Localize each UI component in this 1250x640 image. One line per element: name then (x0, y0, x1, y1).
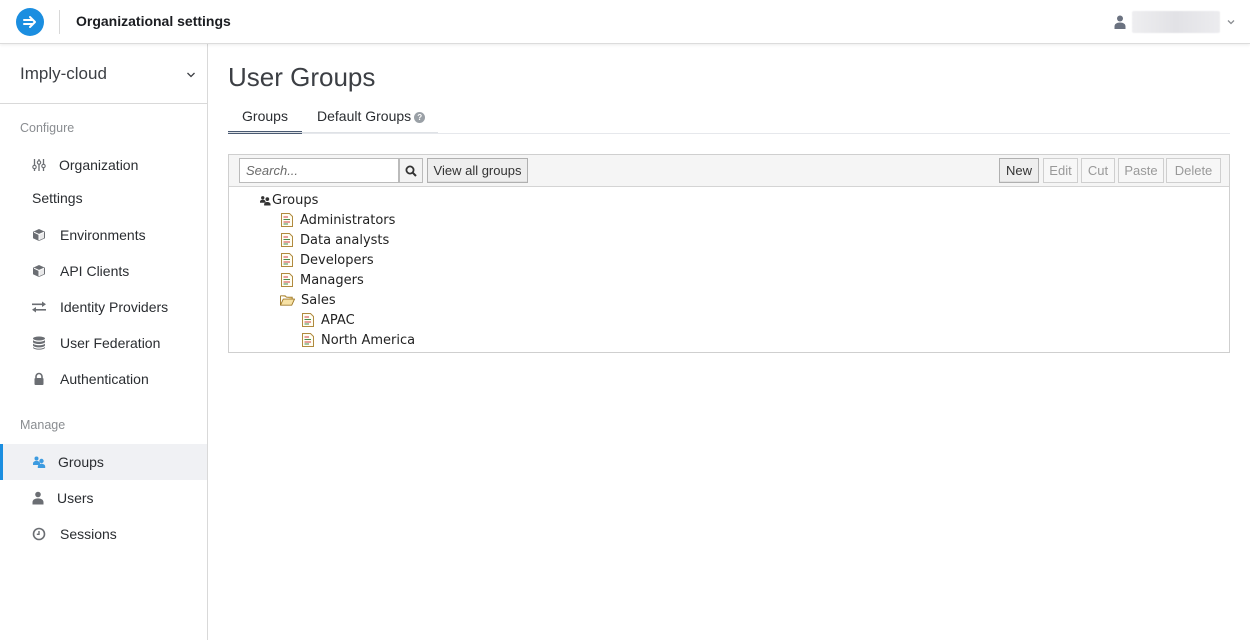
app-title: Organizational settings (76, 13, 231, 29)
group-document-icon (280, 273, 294, 288)
sidebar-item-users[interactable]: Users (0, 480, 207, 516)
sidebar-item-groups[interactable]: Groups (0, 444, 207, 480)
sidebar-item-authentication[interactable]: Authentication (0, 361, 207, 397)
users-icon (32, 455, 46, 469)
search-input[interactable] (239, 158, 399, 183)
user-name[interactable]: User Name (1132, 11, 1220, 33)
search-icon (405, 165, 417, 177)
tree-node-developers[interactable]: Developers (280, 250, 374, 270)
page-title: User Groups (228, 62, 376, 92)
tree-node-label: Developers (300, 252, 374, 268)
group-tree-panel: View all groups New Edit Cut Paste Delet… (228, 154, 1230, 353)
sidebar-item-label: User Federation (60, 335, 161, 351)
arrow-right-circle-icon[interactable] (16, 8, 44, 36)
sidebar-item-label: API Clients (60, 263, 130, 279)
group-document-icon (280, 253, 294, 268)
user-menu[interactable]: User Name (1114, 9, 1236, 35)
chevron-down-icon[interactable] (186, 71, 196, 79)
database-icon (32, 336, 46, 350)
tab-bar: Groups Default Groups? (228, 102, 1230, 134)
group-document-icon (301, 333, 315, 348)
section-label-configure: Configure (20, 121, 75, 135)
tree-node-label: Groups (272, 192, 319, 208)
sidebar-item-label: Authentication (60, 371, 149, 387)
search-button[interactable] (399, 158, 423, 183)
sidebar-item-organization-settings[interactable]: Organization (0, 147, 207, 183)
tree-node-data-analysts[interactable]: Data analysts (280, 230, 389, 250)
exchange-icon (32, 300, 46, 314)
tab-groups[interactable]: Groups (228, 108, 302, 134)
realm-name: Imply-cloud (20, 64, 107, 83)
sidebar-item-label: Organization (59, 157, 139, 173)
sidebar-item-sessions[interactable]: Sessions (0, 516, 207, 552)
cube-icon (32, 264, 46, 278)
section-label-manage: Manage (20, 418, 66, 432)
top-bar: Organizational settings User Name (0, 0, 1250, 44)
tab-label: Default Groups (317, 108, 412, 124)
group-document-icon (280, 233, 294, 248)
user-icon (1114, 15, 1126, 29)
group-document-icon (280, 213, 294, 228)
sidebar: Imply-cloud Configure Organization Setti… (0, 44, 208, 640)
tree-node-north-america[interactable]: North America (301, 330, 415, 350)
user-icon (31, 491, 45, 505)
delete-button[interactable]: Delete (1166, 158, 1221, 183)
tree-node-sales[interactable]: Sales (280, 290, 336, 310)
cube-icon (32, 228, 46, 242)
header-divider (59, 10, 60, 34)
cut-button[interactable]: Cut (1081, 158, 1115, 183)
tree-node-label: APAC (321, 312, 355, 328)
tree-node-label: North America (321, 332, 416, 348)
folder-open-icon (280, 293, 295, 308)
edit-button[interactable]: Edit (1043, 158, 1078, 183)
tree-node-label: Managers (300, 272, 364, 288)
users-icon (259, 193, 272, 208)
sliders-icon (32, 158, 46, 172)
tree-root-groups[interactable]: Groups (259, 190, 318, 210)
sidebar-item-label: Environments (60, 227, 146, 243)
tree-node-managers[interactable]: Managers (280, 270, 364, 290)
tree-toolbar: View all groups New Edit Cut Paste Delet… (229, 155, 1229, 187)
tree-node-apac[interactable]: APAC (301, 310, 355, 330)
paste-button[interactable]: Paste (1118, 158, 1164, 183)
sidebar-item-label: Sessions (60, 526, 117, 542)
sidebar-item-label: Groups (58, 454, 104, 470)
group-document-icon (301, 313, 315, 328)
sidebar-item-environments[interactable]: Environments (0, 217, 207, 253)
tab-default-groups[interactable]: Default Groups? (317, 108, 426, 134)
tree-node-label: Data analysts (300, 232, 390, 248)
view-all-groups-button[interactable]: View all groups (427, 158, 528, 183)
new-button[interactable]: New (999, 158, 1039, 183)
chevron-down-icon[interactable] (1226, 17, 1236, 27)
sidebar-item-label-continued[interactable]: Settings (32, 190, 83, 206)
tree-node-label: Sales (301, 292, 336, 308)
lock-icon (32, 372, 46, 386)
tree-node-administrators[interactable]: Administrators (280, 210, 395, 230)
question-circle-icon[interactable]: ? (414, 112, 426, 123)
sidebar-item-label: Identity Providers (60, 299, 169, 315)
tab-underline (228, 132, 438, 133)
clock-icon (32, 527, 46, 541)
realm-selector[interactable]: Imply-cloud (0, 44, 207, 104)
tree-node-label: Administrators (300, 212, 396, 228)
sidebar-item-label: Users (57, 490, 94, 506)
sidebar-item-api-clients[interactable]: API Clients (0, 253, 207, 289)
sidebar-item-user-federation[interactable]: User Federation (0, 325, 207, 361)
sidebar-item-identity-providers[interactable]: Identity Providers (0, 289, 207, 325)
